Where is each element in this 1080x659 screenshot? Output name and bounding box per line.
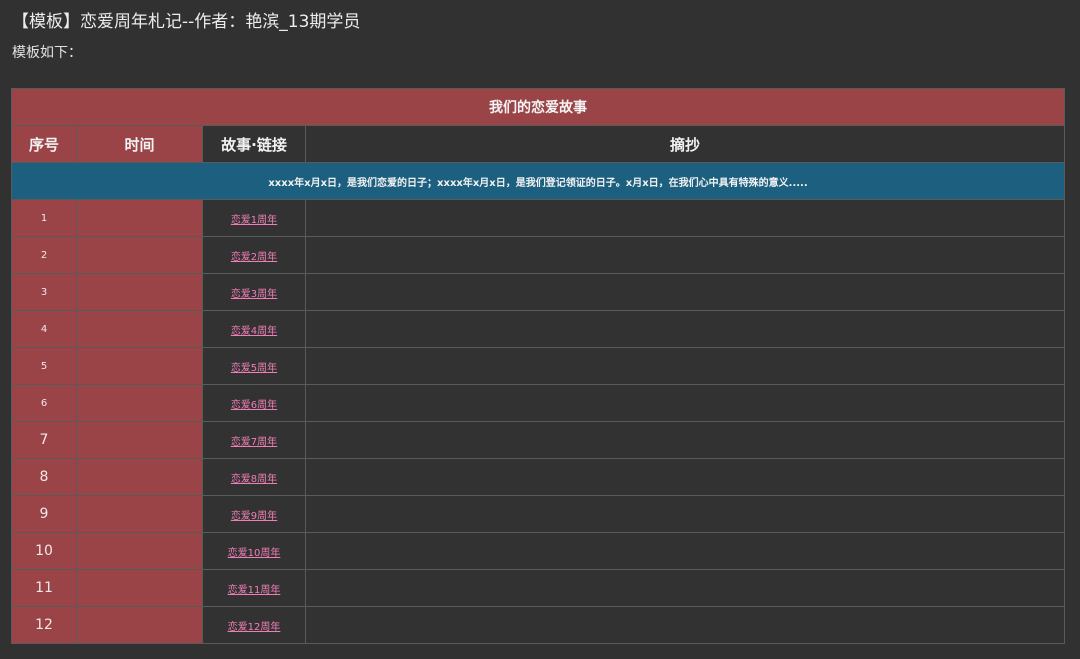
row-link-cell: 恋爱1周年 [202, 199, 306, 237]
table-row: 4 恋爱4周年 [11, 310, 1065, 348]
table-row: 9 恋爱9周年 [11, 495, 1065, 533]
table-row: 10 恋爱10周年 [11, 532, 1065, 570]
row-excerpt-cell[interactable] [305, 421, 1065, 459]
row-time-cell[interactable] [76, 273, 203, 311]
row-time-cell[interactable] [76, 199, 203, 237]
story-link[interactable]: 恋爱9周年 [231, 511, 277, 522]
row-link-cell: 恋爱5周年 [202, 347, 306, 385]
document-page: 【模板】恋爱周年札记--作者：艳滨_13期学员 模板如下： 我们的恋爱故事 序号… [0, 0, 1080, 659]
row-index: 8 [11, 458, 77, 496]
row-excerpt-cell[interactable] [305, 236, 1065, 274]
table-row: 7 恋爱7周年 [11, 421, 1065, 459]
table-caption-row: 我们的恋爱故事 [11, 88, 1065, 126]
intro-text: 模板如下： [12, 45, 82, 61]
story-link[interactable]: 恋爱5周年 [231, 363, 277, 374]
row-link-cell: 恋爱12周年 [202, 606, 306, 644]
row-excerpt-cell[interactable] [305, 569, 1065, 607]
story-link[interactable]: 恋爱10周年 [228, 548, 281, 559]
row-time-cell[interactable] [76, 347, 203, 385]
table-row: 12 恋爱12周年 [11, 606, 1065, 644]
story-link[interactable]: 恋爱12周年 [228, 622, 281, 633]
table-row: 5 恋爱5周年 [11, 347, 1065, 385]
row-time-cell[interactable] [76, 606, 203, 644]
row-index: 9 [11, 495, 77, 533]
story-link[interactable]: 恋爱2周年 [231, 252, 277, 263]
row-time-cell[interactable] [76, 569, 203, 607]
row-link-cell: 恋爱6周年 [202, 384, 306, 422]
row-index: 11 [11, 569, 77, 607]
row-link-cell: 恋爱7周年 [202, 421, 306, 459]
table-row: 8 恋爱8周年 [11, 458, 1065, 496]
story-link[interactable]: 恋爱3周年 [231, 289, 277, 300]
table-row: 11 恋爱11周年 [11, 569, 1065, 607]
row-link-cell: 恋爱9周年 [202, 495, 306, 533]
table-caption: 我们的恋爱故事 [11, 88, 1065, 126]
row-index: 10 [11, 532, 77, 570]
row-time-cell[interactable] [76, 384, 203, 422]
row-excerpt-cell[interactable] [305, 384, 1065, 422]
table-row: 3 恋爱3周年 [11, 273, 1065, 311]
row-time-cell[interactable] [76, 532, 203, 570]
row-link-cell: 恋爱4周年 [202, 310, 306, 348]
table-row: 2 恋爱2周年 [11, 236, 1065, 274]
row-time-cell[interactable] [76, 495, 203, 533]
story-link[interactable]: 恋爱11周年 [228, 585, 281, 596]
story-link[interactable]: 恋爱6周年 [231, 400, 277, 411]
row-index: 3 [11, 273, 77, 311]
page-title: 【模板】恋爱周年札记--作者：艳滨_13期学员 [12, 12, 361, 32]
row-time-cell[interactable] [76, 421, 203, 459]
column-header-story-link: 故事·链接 [202, 125, 306, 163]
row-link-cell: 恋爱8周年 [202, 458, 306, 496]
row-excerpt-cell[interactable] [305, 532, 1065, 570]
row-index: 2 [11, 236, 77, 274]
row-time-cell[interactable] [76, 236, 203, 274]
row-index: 12 [11, 606, 77, 644]
table-note-row: xxxx年x月x日，是我们恋爱的日子；xxxx年x月x日，是我们登记领证的日子。… [11, 162, 1065, 200]
row-excerpt-cell[interactable] [305, 495, 1065, 533]
row-link-cell: 恋爱3周年 [202, 273, 306, 311]
table-row: 1 恋爱1周年 [11, 199, 1065, 237]
story-link[interactable]: 恋爱7周年 [231, 437, 277, 448]
story-link[interactable]: 恋爱4周年 [231, 326, 277, 337]
row-excerpt-cell[interactable] [305, 310, 1065, 348]
row-excerpt-cell[interactable] [305, 273, 1065, 311]
row-index: 5 [11, 347, 77, 385]
column-header-index: 序号 [11, 125, 77, 163]
row-time-cell[interactable] [76, 310, 203, 348]
story-link[interactable]: 恋爱8周年 [231, 474, 277, 485]
row-index: 4 [11, 310, 77, 348]
row-excerpt-cell[interactable] [305, 458, 1065, 496]
row-link-cell: 恋爱10周年 [202, 532, 306, 570]
row-link-cell: 恋爱11周年 [202, 569, 306, 607]
column-header-excerpt: 摘抄 [305, 125, 1065, 163]
table-header-row: 序号 时间 故事·链接 摘抄 [11, 125, 1065, 163]
row-time-cell[interactable] [76, 458, 203, 496]
column-header-time: 时间 [76, 125, 203, 163]
story-link[interactable]: 恋爱1周年 [231, 215, 277, 226]
row-index: 1 [11, 199, 77, 237]
row-excerpt-cell[interactable] [305, 199, 1065, 237]
row-excerpt-cell[interactable] [305, 347, 1065, 385]
row-link-cell: 恋爱2周年 [202, 236, 306, 274]
table-row: 6 恋爱6周年 [11, 384, 1065, 422]
row-index: 7 [11, 421, 77, 459]
row-index: 6 [11, 384, 77, 422]
anniversary-note: xxxx年x月x日，是我们恋爱的日子；xxxx年x月x日，是我们登记领证的日子。… [11, 162, 1065, 200]
love-story-table: 我们的恋爱故事 序号 时间 故事·链接 摘抄 xxxx年x月x日，是我们恋爱的日… [11, 88, 1065, 644]
row-excerpt-cell[interactable] [305, 606, 1065, 644]
